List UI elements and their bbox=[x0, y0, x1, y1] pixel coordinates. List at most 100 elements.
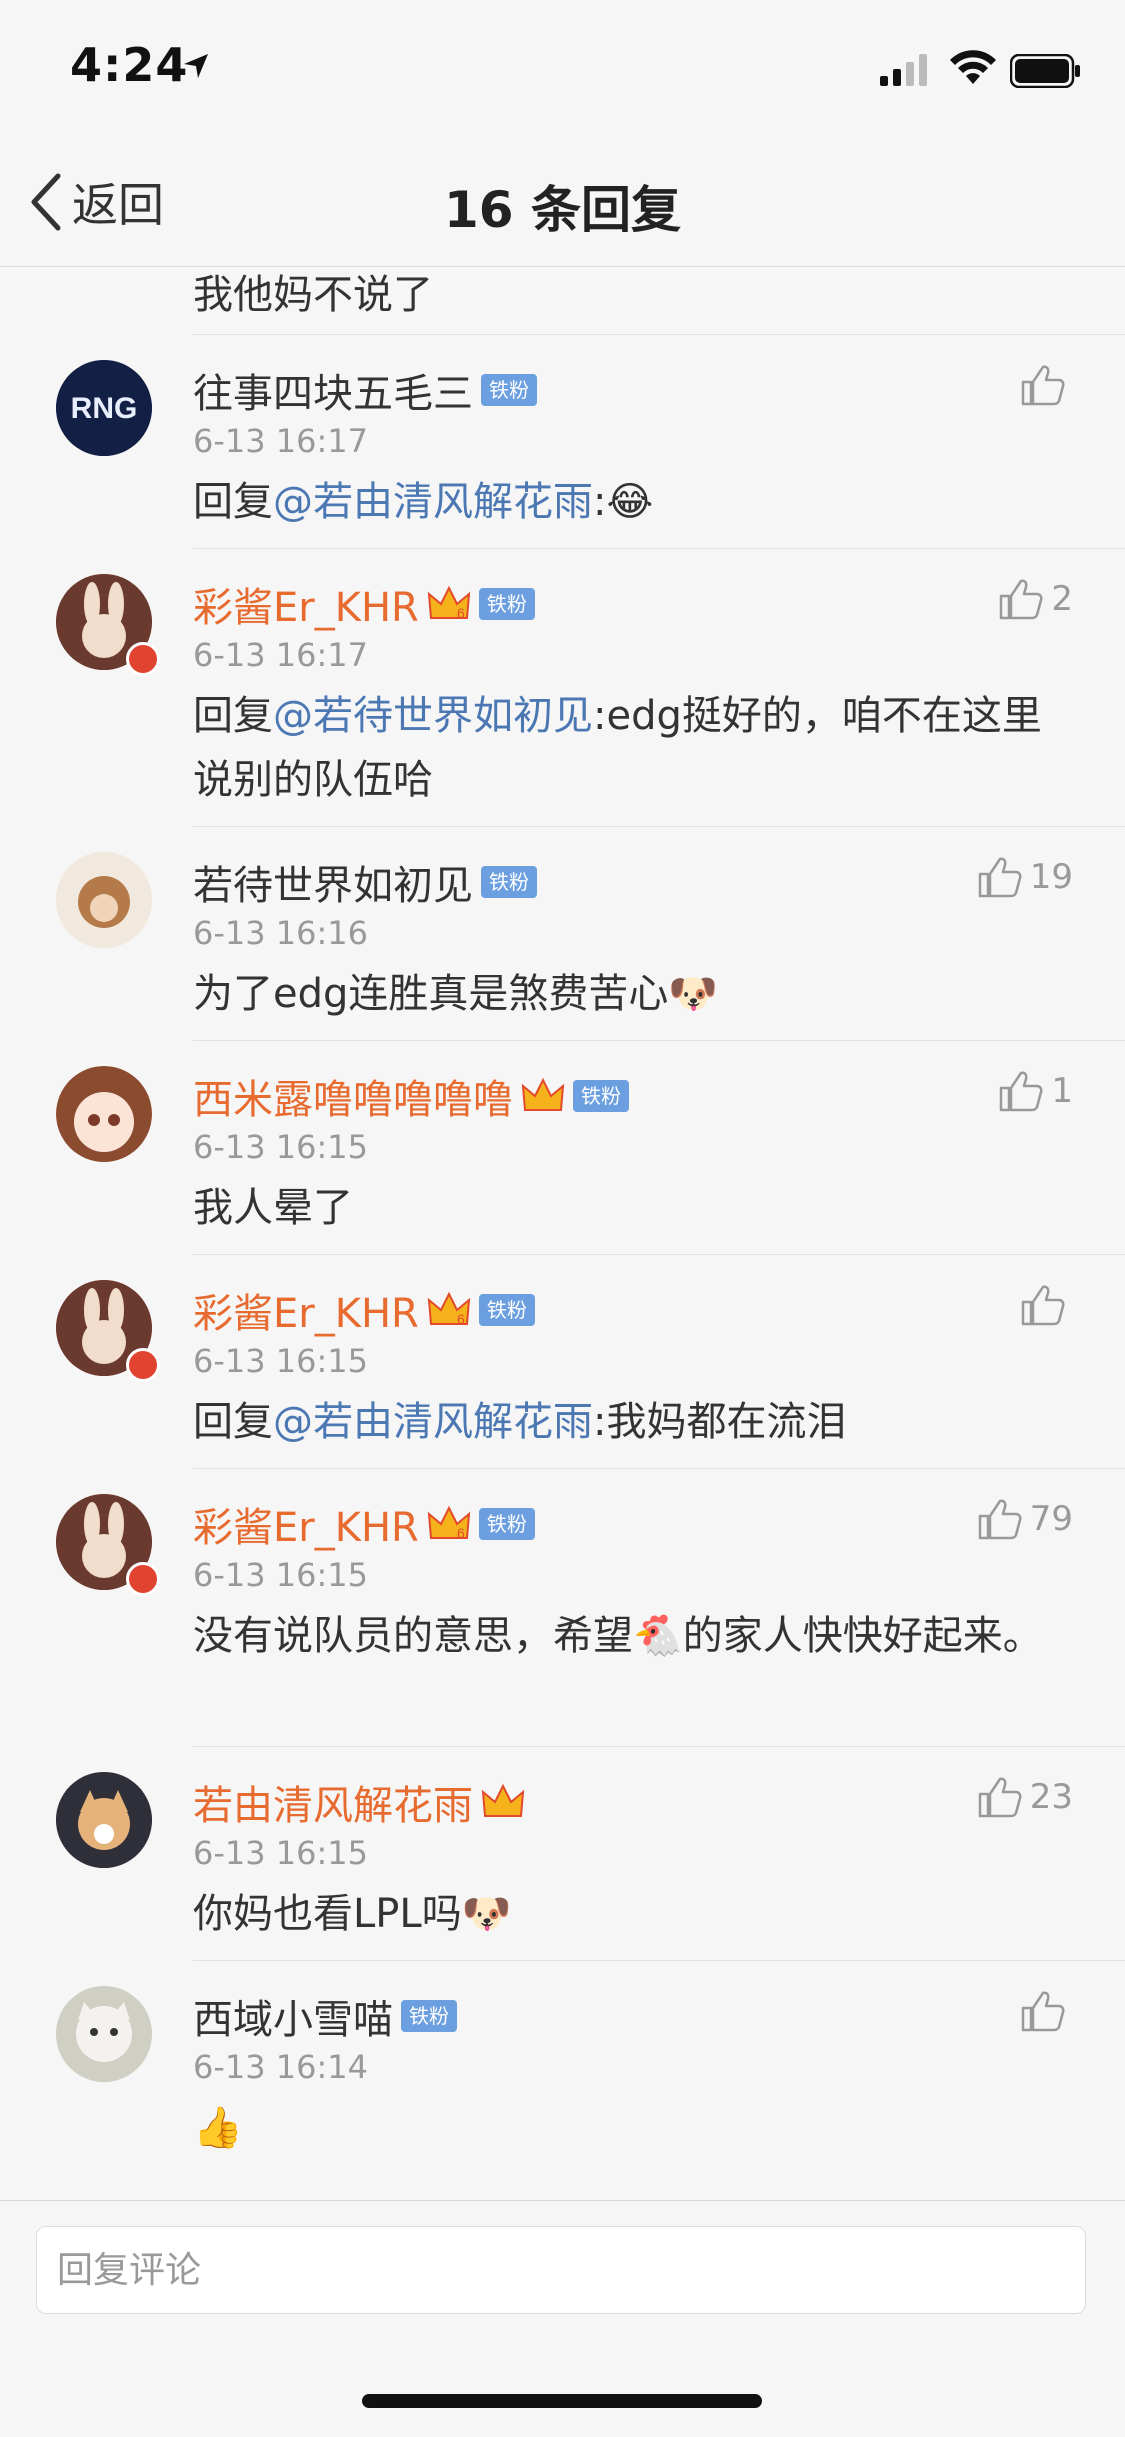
location-arrow-icon bbox=[184, 54, 208, 78]
comment-item: 若待世界如初见 铁粉 6-13 16:16 为了edg连胜真是煞费苦心🐶 19 bbox=[0, 852, 1125, 1040]
like-button[interactable] bbox=[1021, 1284, 1073, 1326]
crown-icon: 6 bbox=[427, 1505, 471, 1541]
nav-bar: 返回 16 条回复 bbox=[0, 140, 1125, 267]
like-count: 2 bbox=[1051, 579, 1073, 619]
avatar[interactable] bbox=[56, 852, 152, 948]
comment-item: 彩酱Er_KHR 6 铁粉 6-13 16:17 回复@若待世界如初见:edg挺… bbox=[0, 574, 1125, 826]
like-button[interactable]: 23 bbox=[978, 1776, 1073, 1818]
page-title: 16 条回复 bbox=[444, 181, 681, 239]
thumbs-up-icon bbox=[1021, 1991, 1065, 2032]
username[interactable]: 彩酱Er_KHR bbox=[193, 575, 419, 633]
divider bbox=[193, 1254, 1125, 1255]
mention-link[interactable]: @若由清风解花雨 bbox=[273, 479, 593, 525]
like-count: 79 bbox=[1029, 1499, 1073, 1539]
avatar[interactable]: RNG bbox=[56, 360, 152, 456]
divider bbox=[193, 334, 1125, 335]
like-button[interactable] bbox=[1021, 1990, 1073, 2032]
comment-text: 为了edg连胜真是煞费苦心🐶 bbox=[193, 962, 1073, 1026]
cellular-signal-icon bbox=[880, 54, 927, 86]
comment-body: 为了edg连胜真是煞费苦心🐶 bbox=[193, 971, 719, 1017]
reply-prefix: 回复 bbox=[193, 1399, 273, 1445]
comment-time: 6-13 16:15 bbox=[193, 1834, 369, 1872]
partial-comment-text: 我他妈不说了 bbox=[193, 272, 433, 318]
comment-text: 回复@若由清风解花雨:😂 bbox=[193, 470, 1073, 534]
wifi-icon bbox=[950, 50, 996, 84]
username[interactable]: 西域小雪喵 bbox=[193, 1987, 393, 2045]
svg-text:RNG: RNG bbox=[71, 392, 138, 425]
thumbs-up-icon bbox=[978, 1499, 1022, 1540]
svg-text:6: 6 bbox=[457, 1311, 465, 1327]
like-button[interactable]: 79 bbox=[978, 1498, 1073, 1540]
avatar[interactable] bbox=[56, 1986, 152, 2082]
comment-text: 没有说队员的意思，希望🐔的家人快快好起来。 bbox=[193, 1604, 1073, 1668]
username[interactable]: 若由清风解花雨 bbox=[193, 1773, 473, 1831]
fan-badge: 铁粉 bbox=[401, 2000, 457, 2032]
fan-badge: 铁粉 bbox=[478, 588, 535, 620]
comment-body: :😂 bbox=[593, 479, 654, 525]
crown-icon bbox=[481, 1783, 525, 1817]
like-button[interactable]: 2 bbox=[999, 578, 1073, 620]
avatar[interactable] bbox=[56, 1066, 152, 1162]
svg-text:6: 6 bbox=[457, 1525, 465, 1541]
fan-badge: 铁粉 bbox=[478, 1508, 535, 1540]
comment-text: 回复@若由清风解花雨:我妈都在流泪 bbox=[193, 1390, 1073, 1454]
mention-link[interactable]: @若待世界如初见 bbox=[273, 693, 593, 739]
status-bar: 4:24 bbox=[0, 0, 1125, 140]
crown-icon: 6 bbox=[427, 585, 471, 621]
like-button[interactable]: 1 bbox=[999, 1070, 1073, 1112]
crown-icon: 6 bbox=[427, 1291, 471, 1327]
comment-body: 我人晕了 bbox=[193, 1185, 353, 1231]
username[interactable]: 彩酱Er_KHR bbox=[193, 1281, 419, 1339]
avatar[interactable] bbox=[56, 1772, 152, 1868]
comment-item: 若由清风解花雨 6-13 16:15 你妈也看LPL吗🐶 23 bbox=[0, 1772, 1125, 1960]
thumbs-up-icon bbox=[1021, 1285, 1065, 1326]
battery-icon bbox=[1010, 54, 1080, 88]
comment-body: :我妈都在流泪 bbox=[593, 1399, 847, 1445]
home-indicator[interactable] bbox=[362, 2394, 762, 2408]
reply-prefix: 回复 bbox=[193, 693, 273, 739]
username[interactable]: 若待世界如初见 bbox=[193, 853, 473, 911]
thumbs-up-icon bbox=[1000, 1071, 1043, 1112]
thumbs-up-icon bbox=[1021, 365, 1065, 406]
comment-time: 6-13 16:15 bbox=[193, 1128, 369, 1166]
comment-text: 你妈也看LPL吗🐶 bbox=[193, 1882, 1073, 1946]
comment-text: 👍 bbox=[193, 2096, 1073, 2160]
comment-time: 6-13 16:17 bbox=[193, 636, 369, 674]
divider bbox=[193, 548, 1125, 549]
divider bbox=[193, 1468, 1125, 1469]
mention-link[interactable]: @若由清风解花雨 bbox=[273, 1399, 593, 1445]
like-count: 23 bbox=[1029, 1777, 1073, 1817]
comment-item: 彩酱Er_KHR 6 铁粉 6-13 16:15 回复@若由清风解花雨:我妈都在… bbox=[0, 1280, 1125, 1468]
like-button[interactable]: 19 bbox=[978, 856, 1073, 898]
verified-badge-icon bbox=[126, 1562, 160, 1596]
comment-time: 6-13 16:14 bbox=[193, 2048, 369, 2086]
thumbs-up-icon bbox=[978, 857, 1022, 898]
fan-badge: 铁粉 bbox=[573, 1080, 629, 1112]
comment-time: 6-13 16:15 bbox=[193, 1342, 369, 1380]
comment-time: 6-13 16:15 bbox=[193, 1556, 369, 1594]
comment-time: 6-13 16:17 bbox=[193, 422, 369, 460]
username[interactable]: 往事四块五毛三 bbox=[193, 361, 473, 419]
verified-badge-icon bbox=[126, 642, 160, 676]
comment-item: RNG 往事四块五毛三 铁粉 6-13 16:17 回复@若由清风解花雨:😂 bbox=[0, 360, 1125, 548]
comment-text: 回复@若待世界如初见:edg挺好的，咱不在这里说别的队伍哈 bbox=[193, 684, 1073, 812]
fan-badge: 铁粉 bbox=[478, 1294, 535, 1326]
like-button[interactable] bbox=[1021, 364, 1073, 406]
crown-icon bbox=[521, 1077, 565, 1111]
fan-badge: 铁粉 bbox=[481, 374, 537, 406]
divider bbox=[193, 1040, 1125, 1041]
comment-time: 6-13 16:16 bbox=[193, 914, 369, 952]
like-count: 19 bbox=[1029, 857, 1073, 897]
username[interactable]: 西米露噜噜噜噜噜 bbox=[193, 1067, 513, 1125]
divider bbox=[193, 1746, 1125, 1747]
comment-item: 彩酱Er_KHR 6 铁粉 6-13 16:15 没有说队员的意思，希望🐔的家人… bbox=[0, 1494, 1125, 1746]
comment-body: 没有说队员的意思，希望🐔的家人快快好起来。 bbox=[193, 1613, 1043, 1659]
reply-input[interactable]: 回复评论 bbox=[36, 2226, 1086, 2314]
username[interactable]: 彩酱Er_KHR bbox=[193, 1495, 419, 1553]
like-count: 1 bbox=[1051, 1071, 1073, 1111]
fan-badge: 铁粉 bbox=[481, 866, 537, 898]
comment-text: 我人晕了 bbox=[193, 1176, 1073, 1240]
comment-body: 👍 bbox=[193, 2105, 243, 2151]
thumbs-up-icon bbox=[978, 1777, 1022, 1818]
comment-item: 西米露噜噜噜噜噜 铁粉 6-13 16:15 我人晕了 1 bbox=[0, 1066, 1125, 1254]
